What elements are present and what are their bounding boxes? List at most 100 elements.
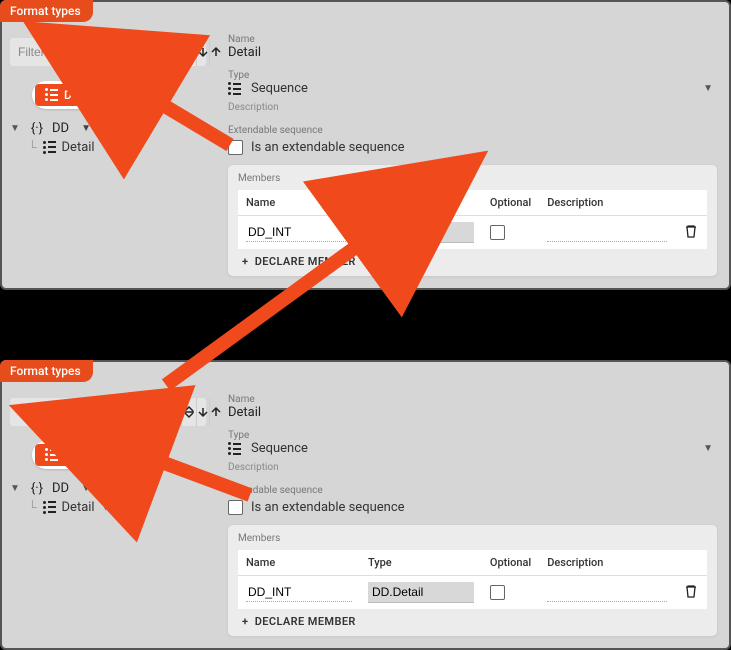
members-label: Members — [238, 533, 707, 544]
extendable-label: Extendable sequence — [228, 485, 717, 496]
chevron-down-icon[interactable]: ▼ — [703, 83, 717, 94]
tree-branch-icon: └ — [28, 140, 37, 154]
chevron-down-icon[interactable]: ▼ — [105, 89, 127, 100]
filter-toolbar — [10, 38, 206, 66]
root: Format types Detail — [0, 0, 731, 650]
chevron-down-icon[interactable]: ▼ — [81, 483, 91, 494]
type-label: Type — [228, 430, 717, 441]
members-panel: Members Name Type Optional Description — [228, 165, 717, 276]
chevron-down-icon[interactable]: ▼ — [101, 502, 111, 513]
member-description-input[interactable] — [547, 223, 667, 242]
extendable-checkbox[interactable] — [228, 140, 243, 155]
tree-label: Detail — [62, 140, 95, 155]
chevron-down-icon[interactable]: ▼ — [105, 449, 127, 460]
type-value: Sequence — [251, 81, 308, 96]
filter-input[interactable] — [10, 399, 181, 425]
declare-member-button[interactable]: + DECLARE MEMBER — [238, 249, 707, 270]
extendable-checkbox-label: Is an extendable sequence — [251, 140, 405, 155]
description-label: Description — [228, 102, 717, 113]
col-optional: Optional — [482, 190, 539, 216]
name-label: Name — [228, 394, 717, 405]
delete-icon[interactable] — [683, 228, 699, 242]
chip-label: Detail — [64, 448, 95, 462]
sort-down-icon[interactable] — [196, 38, 209, 66]
members-table: Name Type Optional Description — [238, 190, 707, 249]
tree: Detail ▼ ▼ {·} DD ▼ └ Detail ▼ — [10, 440, 206, 517]
sequence-icon — [228, 82, 241, 95]
member-type-input[interactable] — [368, 582, 474, 603]
col-description: Description — [539, 190, 675, 216]
right-pane: Name Detail Type Sequence ▼ Description … — [216, 388, 729, 648]
collapse-all-icon[interactable] — [181, 38, 196, 66]
sequence-icon — [43, 141, 56, 154]
table-row — [238, 576, 707, 610]
tree-node-detail[interactable]: └ Detail ▼ — [28, 138, 206, 157]
braces-icon: {·} — [28, 481, 46, 496]
chip-detail[interactable]: Detail — [35, 444, 105, 466]
name-label: Name — [228, 34, 717, 45]
members-panel: Members Name Type Optional Description — [228, 525, 717, 636]
tree-label: DD — [52, 121, 69, 136]
chip-detail-wrap[interactable]: Detail ▼ — [32, 441, 133, 469]
col-type: Type — [360, 190, 482, 216]
member-description-input[interactable] — [547, 583, 667, 602]
extendable-label: Extendable sequence — [228, 125, 717, 136]
panel-header: Format types — [0, 0, 93, 22]
table-row — [238, 216, 707, 250]
chip-detail-wrap[interactable]: Detail ▼ — [32, 81, 133, 109]
extendable-row: Is an extendable sequence — [228, 140, 717, 155]
sort-down-icon[interactable] — [196, 398, 209, 426]
col-optional: Optional — [482, 550, 539, 576]
col-type: Type — [360, 550, 482, 576]
tree: Detail ▼ ▼ {·} DD ▼ └ Detail ▼ — [10, 80, 206, 157]
left-pane: Detail ▼ ▼ {·} DD ▼ └ Detail ▼ — [2, 28, 216, 288]
chevron-down-icon[interactable]: ▼ — [81, 123, 91, 134]
filter-input[interactable] — [10, 39, 181, 65]
extendable-row: Is an extendable sequence — [228, 500, 717, 515]
sequence-icon — [45, 448, 58, 461]
left-pane: Detail ▼ ▼ {·} DD ▼ └ Detail ▼ — [2, 388, 216, 648]
description-label: Description — [228, 462, 717, 473]
name-value: Detail — [228, 45, 717, 60]
member-optional-checkbox[interactable] — [490, 225, 505, 240]
right-pane: Name Detail Type Sequence ▼ Description … — [216, 28, 729, 288]
name-value: Detail — [228, 405, 717, 420]
collapse-all-icon[interactable] — [181, 398, 196, 426]
sequence-icon — [43, 501, 56, 514]
extendable-checkbox[interactable] — [228, 500, 243, 515]
type-selector[interactable]: Sequence ▼ — [228, 81, 717, 96]
delete-icon[interactable] — [683, 588, 699, 602]
type-label: Type — [228, 70, 717, 81]
panel-format-types: Format types Detail — [0, 360, 731, 650]
chevron-down-icon[interactable]: ▼ — [703, 443, 717, 454]
col-name: Name — [238, 550, 360, 576]
tree-label: Detail — [62, 500, 95, 515]
chip-label: Detail — [64, 88, 95, 102]
tree-branch-icon: └ — [28, 500, 37, 514]
type-selector[interactable]: Sequence ▼ — [228, 441, 717, 456]
braces-icon: {·} — [28, 121, 46, 136]
panel-format-types: Format types Detail — [0, 0, 731, 290]
members-label: Members — [238, 173, 707, 184]
tree-label: DD — [52, 481, 69, 496]
chip-detail[interactable]: Detail — [35, 84, 105, 106]
declare-member-button[interactable]: + DECLARE MEMBER — [238, 609, 707, 630]
col-description: Description — [539, 550, 675, 576]
type-value: Sequence — [251, 441, 308, 456]
gap — [0, 290, 731, 360]
chevron-down-icon[interactable]: ▼ — [101, 142, 111, 153]
sequence-icon — [45, 88, 58, 101]
tree-node-detail[interactable]: └ Detail ▼ — [28, 498, 206, 517]
tree-node-dd[interactable]: ▼ {·} DD ▼ — [10, 119, 206, 138]
col-name: Name — [238, 190, 360, 216]
member-optional-checkbox[interactable] — [490, 585, 505, 600]
expand-caret-icon[interactable]: ▼ — [10, 483, 22, 494]
expand-caret-icon[interactable]: ▼ — [10, 123, 22, 134]
extendable-checkbox-label: Is an extendable sequence — [251, 500, 405, 515]
member-type-input[interactable] — [368, 222, 474, 243]
member-name-input[interactable] — [246, 223, 352, 242]
members-table: Name Type Optional Description — [238, 550, 707, 609]
tree-node-dd[interactable]: ▼ {·} DD ▼ — [10, 479, 206, 498]
member-name-input[interactable] — [246, 583, 352, 602]
filter-toolbar — [10, 398, 206, 426]
